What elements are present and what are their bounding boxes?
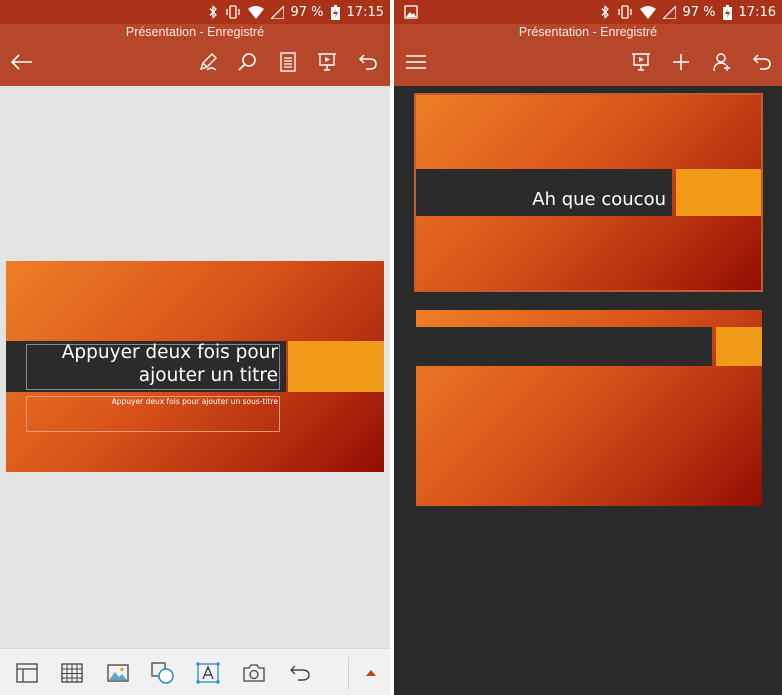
- bluetooth-icon: [209, 5, 217, 19]
- battery-level: 97 %: [682, 4, 716, 20]
- document-title: Présentation - Enregistré: [518, 25, 658, 39]
- search-button[interactable]: [233, 48, 261, 76]
- vibrate-icon: [225, 5, 240, 19]
- clock: 17:16: [738, 4, 776, 20]
- share-person-icon: [713, 53, 730, 72]
- app-bar: Présentation - Enregistré: [0, 24, 390, 86]
- picture-button[interactable]: [103, 659, 133, 687]
- document-title: Présentation - Enregistré: [125, 25, 265, 39]
- undo-icon: [358, 54, 377, 70]
- thumbnail-pane: 97 % 17:16 Présentation - Enregistré Ah …: [394, 0, 782, 695]
- textbox-button[interactable]: [193, 659, 223, 687]
- bluetooth-icon: [601, 5, 609, 19]
- editor-pane: 97 % 17:15 Présentation - Enregistré App…: [0, 0, 390, 695]
- status-bar: 97 % 17:15: [0, 0, 390, 24]
- gallery-notification-icon: [404, 5, 418, 19]
- accent-block: [676, 169, 761, 216]
- battery-charging-icon: [330, 4, 340, 20]
- undo-bottom-button[interactable]: [285, 659, 315, 687]
- undo-icon: [290, 665, 310, 681]
- title-placeholder-text: Appuyer deux fois pour ajouter un titre: [61, 342, 278, 386]
- accent-block: [716, 327, 762, 366]
- layout-icon: [16, 663, 38, 683]
- shapes-icon: [151, 662, 174, 684]
- camera-icon: [243, 664, 265, 682]
- add-slide-button[interactable]: [667, 48, 695, 76]
- vibrate-icon: [617, 5, 632, 19]
- toolbar-separator: [348, 657, 349, 689]
- hamburger-icon: [406, 55, 426, 69]
- share-button[interactable]: [708, 48, 736, 76]
- caret-up-icon: [366, 670, 376, 676]
- signal-icon: [662, 5, 676, 19]
- subtitle-placeholder-text: Appuyer deux fois pour ajouter un sous-t…: [111, 397, 278, 406]
- shapes-button[interactable]: [148, 659, 178, 687]
- textbox-icon: [196, 662, 220, 684]
- battery-charging-icon: [722, 4, 732, 20]
- pen-icon: [199, 53, 217, 71]
- menu-button[interactable]: [402, 48, 430, 76]
- back-button[interactable]: [8, 48, 36, 76]
- slide-1-title: Ah que coucou: [532, 189, 666, 210]
- slide-thumbnail-1[interactable]: Ah que coucou: [414, 93, 763, 292]
- notes-button[interactable]: [274, 48, 302, 76]
- battery-level: 97 %: [290, 4, 324, 20]
- draw-button[interactable]: [194, 48, 222, 76]
- search-icon: [238, 53, 256, 71]
- table-button[interactable]: [57, 659, 87, 687]
- present-button[interactable]: [627, 48, 655, 76]
- expand-toolbar-button[interactable]: [356, 659, 386, 687]
- present-button[interactable]: [313, 48, 341, 76]
- wifi-icon: [639, 5, 656, 19]
- arrow-left-icon: [11, 54, 32, 70]
- app-bar: Présentation - Enregistré: [394, 24, 782, 86]
- slide-canvas[interactable]: Appuyer deux fois pour ajouter un titre …: [6, 261, 384, 472]
- undo-icon: [752, 54, 771, 70]
- notes-icon: [280, 52, 296, 72]
- layout-button[interactable]: [12, 659, 42, 687]
- accent-block: [288, 341, 384, 392]
- title-band: [416, 327, 712, 366]
- undo-button[interactable]: [748, 48, 776, 76]
- picture-icon: [107, 664, 129, 682]
- plus-icon: [673, 54, 689, 70]
- table-icon: [61, 663, 83, 683]
- present-icon: [632, 53, 650, 71]
- status-bar: 97 % 17:16: [394, 0, 782, 24]
- wifi-icon: [247, 5, 264, 19]
- signal-icon: [270, 5, 284, 19]
- insert-toolbar: [0, 648, 390, 695]
- camera-button[interactable]: [239, 659, 269, 687]
- slide-thumbnail-2[interactable]: [416, 310, 762, 506]
- present-icon: [318, 53, 336, 71]
- undo-button[interactable]: [354, 48, 382, 76]
- clock: 17:15: [346, 4, 384, 20]
